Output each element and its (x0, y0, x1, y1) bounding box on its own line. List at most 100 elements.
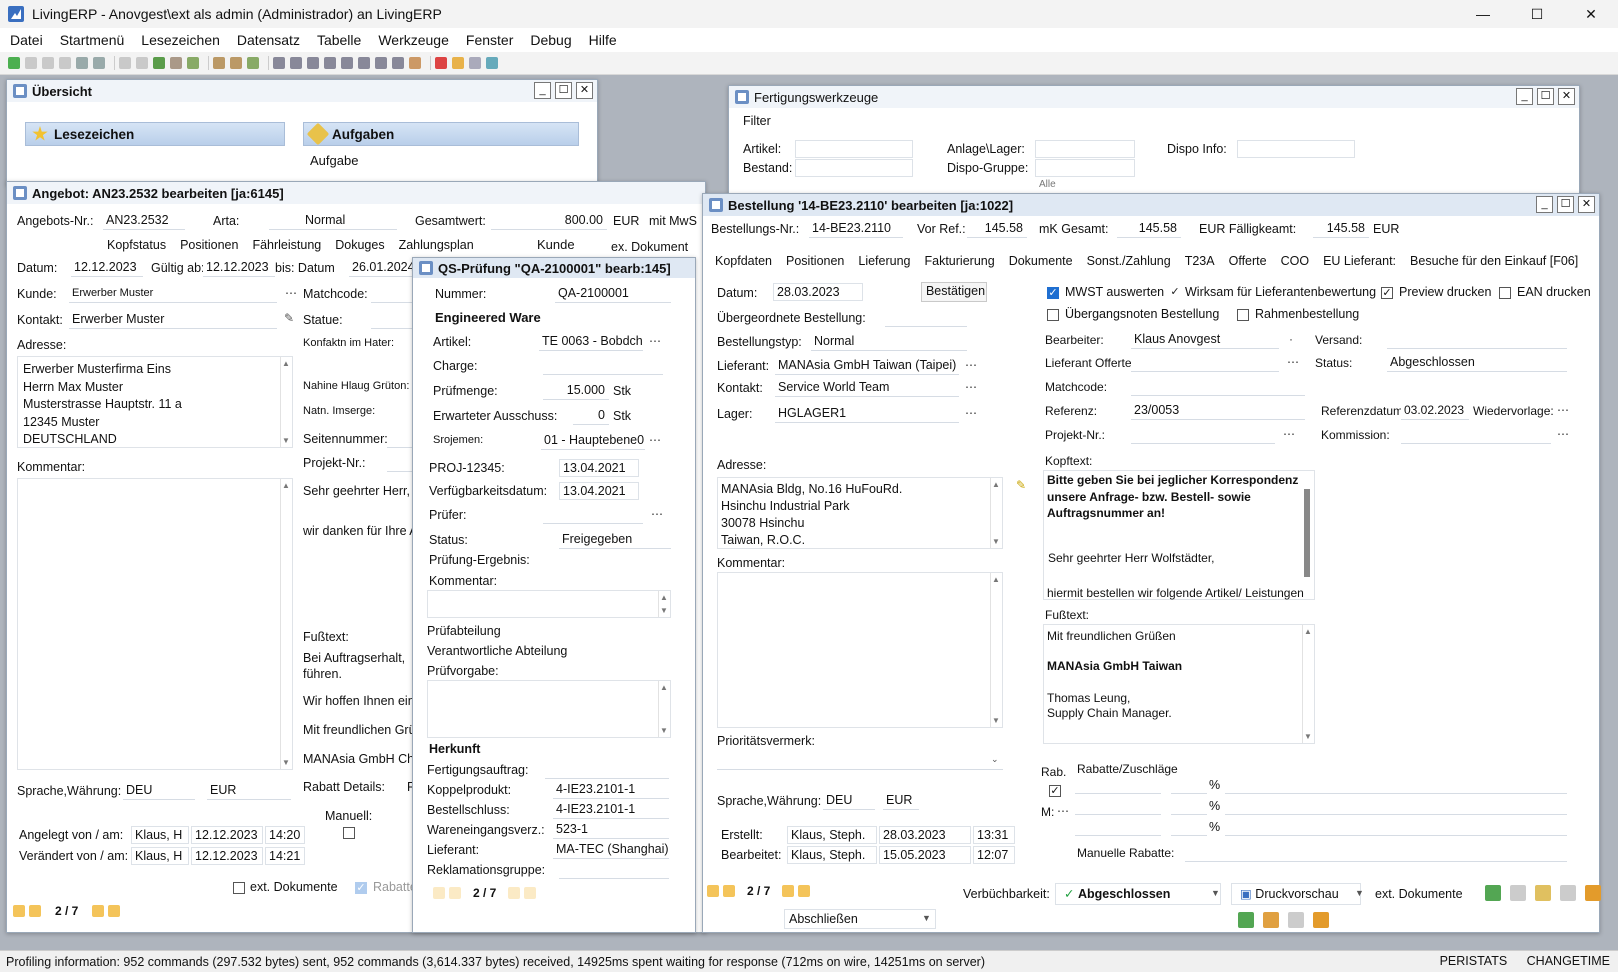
qs-kommentar-textarea[interactable]: ▲ ▼ (427, 590, 671, 618)
tab-offerte[interactable]: Offerte (1229, 254, 1267, 268)
lieferant-field[interactable]: MANAsia GmbH Taiwan (Taipei) (775, 357, 959, 375)
chart-icon[interactable] (1313, 912, 1329, 928)
lieferant-field[interactable]: MA-TEC (Shanghai) C (553, 841, 669, 859)
chevron-down-icon[interactable]: ▼ (1211, 888, 1220, 898)
dispo-info-input[interactable] (1237, 140, 1355, 158)
rabatt-value-1[interactable] (1171, 776, 1207, 794)
kommission-field[interactable] (1401, 426, 1551, 444)
filter-icon[interactable] (170, 57, 182, 69)
wiedervorlage-button[interactable]: ⋯ (1553, 402, 1573, 420)
angebot-nr-field[interactable]: AN23.2532 (103, 212, 185, 230)
first-record-icon[interactable] (707, 885, 719, 897)
first-record-icon[interactable] (433, 887, 445, 899)
kontakt-lookup-button[interactable]: ⋯ (961, 379, 981, 397)
pruefvorgabe-textarea[interactable]: ▲ ▼ (427, 680, 671, 738)
wareneingang-field[interactable]: 523-1 (553, 821, 669, 839)
gueltig-field[interactable]: 12.12.2023 (203, 259, 275, 277)
menu-datei[interactable]: Datei (10, 32, 43, 48)
close-button[interactable]: ✕ (1564, 0, 1618, 28)
minimize-button[interactable]: _ (1536, 196, 1553, 213)
tab-besuche-einkauf[interactable]: Besuche für den Einkauf [F06] (1410, 254, 1578, 268)
rahmen-checkbox[interactable] (1237, 309, 1249, 321)
datum-field[interactable]: 28.03.2023 (773, 283, 863, 301)
ext-dokumente-label[interactable]: ext. Dokumente (1375, 887, 1463, 901)
manuell-checkbox[interactable] (343, 827, 355, 839)
fusstext-textarea[interactable]: Mit freundlichen Grüßen MANAsia GmbH Tai… (1043, 624, 1315, 744)
fusstext-scrollbar[interactable]: ▲ ▼ (1302, 625, 1314, 743)
fertigung-header[interactable]: Fertigungswerkzeuge _ ☐ ✕ (729, 86, 1579, 108)
adresse-box[interactable]: MANAsia Bldg, No.16 HuFouRd. Hsinchu Ind… (717, 477, 1003, 549)
artikel-filter-input[interactable] (795, 140, 913, 158)
print-icon[interactable] (93, 57, 105, 69)
rabatt-m-button[interactable]: ⋯ (1053, 803, 1073, 821)
chevron-down-icon[interactable]: ▼ (922, 913, 931, 923)
kopftext-scroll-thumb[interactable] (1304, 489, 1310, 577)
tab-kopfstatus[interactable]: Kopfstatus (107, 238, 166, 252)
kommentar-textarea[interactable]: ▲ ▼ (717, 572, 1003, 728)
rabatt-type-2[interactable] (1075, 797, 1161, 815)
bestellschluss-field[interactable]: 4-IE23.2101-1 (553, 801, 669, 819)
tab-positionen[interactable]: Positionen (180, 238, 238, 252)
search-icon[interactable] (469, 57, 481, 69)
prev-record-icon[interactable] (449, 887, 461, 899)
reklamation-field[interactable] (559, 861, 669, 879)
lieferant-offerte-field[interactable] (1131, 354, 1279, 372)
funnel-icon[interactable] (213, 57, 225, 69)
dispo-gruppe-input[interactable] (1035, 159, 1135, 177)
first-record-icon[interactable] (273, 57, 285, 69)
rabatt-desc-2[interactable] (1225, 797, 1567, 815)
document-icon[interactable] (119, 57, 131, 69)
document-icon[interactable] (1288, 912, 1304, 928)
minimize-button[interactable]: _ (534, 82, 551, 99)
help-icon[interactable] (486, 57, 498, 69)
tab-kopfdaten[interactable]: Kopfdaten (715, 254, 772, 268)
uebersicht-header[interactable]: Übersicht _ ☐ ✕ (7, 80, 597, 102)
group-icon[interactable] (358, 57, 370, 69)
wirksam-checkbox[interactable]: ✓ (1169, 287, 1181, 299)
disk-icon[interactable] (187, 57, 199, 69)
bestand-filter-input[interactable] (795, 159, 913, 177)
tab-ex-dokument[interactable]: ex. Dokument (611, 240, 688, 254)
qs-header[interactable]: QS-Prüfung "QA-2100001" bearb:145] (413, 258, 695, 278)
list-icon[interactable] (1510, 885, 1526, 901)
chart-icon[interactable] (435, 57, 447, 69)
kommentar-scrollbar[interactable]: ▲ ▼ (280, 479, 292, 769)
menu-debug[interactable]: Debug (530, 32, 571, 48)
kopftext-textarea[interactable]: Bitte geben Sie bei jeglicher Korrespond… (1043, 470, 1315, 600)
bestaetigen-button[interactable]: Bestätigen (921, 282, 987, 302)
next-record-icon[interactable] (782, 885, 795, 897)
tab-fakturierung[interactable]: Fakturierung (925, 254, 995, 268)
tab-dokumente[interactable]: Dokumente (1009, 254, 1073, 268)
tab-t23a[interactable]: T23A (1185, 254, 1215, 268)
adresse-scrollbar[interactable]: ▲ ▼ (280, 357, 292, 447)
save-icon[interactable] (76, 57, 88, 69)
insert-row-icon[interactable] (324, 57, 336, 69)
rabatt-desc-3[interactable] (1225, 818, 1567, 836)
sprache-field[interactable]: DEU (823, 792, 875, 810)
uebergeordnet-field[interactable] (885, 309, 967, 327)
scissors-icon[interactable] (230, 57, 242, 69)
projekt-field[interactable] (1131, 426, 1275, 444)
koppelprodukt-field[interactable]: 4-IE23.2101-1 (553, 781, 669, 799)
edit-icon[interactable] (409, 57, 421, 69)
ausschuss-field[interactable]: 0 (573, 407, 609, 425)
columns-icon[interactable] (392, 57, 404, 69)
lager-field[interactable]: HGLAGER1 (775, 405, 959, 423)
aufgabe-item[interactable]: Aufgabe (310, 153, 358, 168)
minimize-button[interactable]: _ (1516, 88, 1533, 105)
maximize-button[interactable]: ☐ (1537, 88, 1554, 105)
last-record-icon[interactable] (524, 887, 537, 899)
menu-fenster[interactable]: Fenster (466, 32, 513, 48)
preview-checkbox[interactable]: ✓ (1381, 287, 1393, 299)
copy-icon[interactable] (42, 57, 54, 69)
bearbeiter-lookup-button[interactable]: · (1281, 331, 1301, 349)
waehrung-field[interactable]: EUR (883, 792, 919, 810)
charge-field[interactable] (543, 357, 663, 375)
abschliessen-select[interactable]: Abschließen (784, 909, 936, 929)
tab-lieferung[interactable]: Lieferung (858, 254, 910, 268)
art-select[interactable]: Normal (269, 212, 397, 230)
new-icon[interactable] (25, 57, 37, 69)
rabatt-value-3[interactable] (1171, 818, 1207, 836)
uebergang-checkbox[interactable] (1047, 309, 1059, 321)
tab-coo[interactable]: COO (1281, 254, 1309, 268)
